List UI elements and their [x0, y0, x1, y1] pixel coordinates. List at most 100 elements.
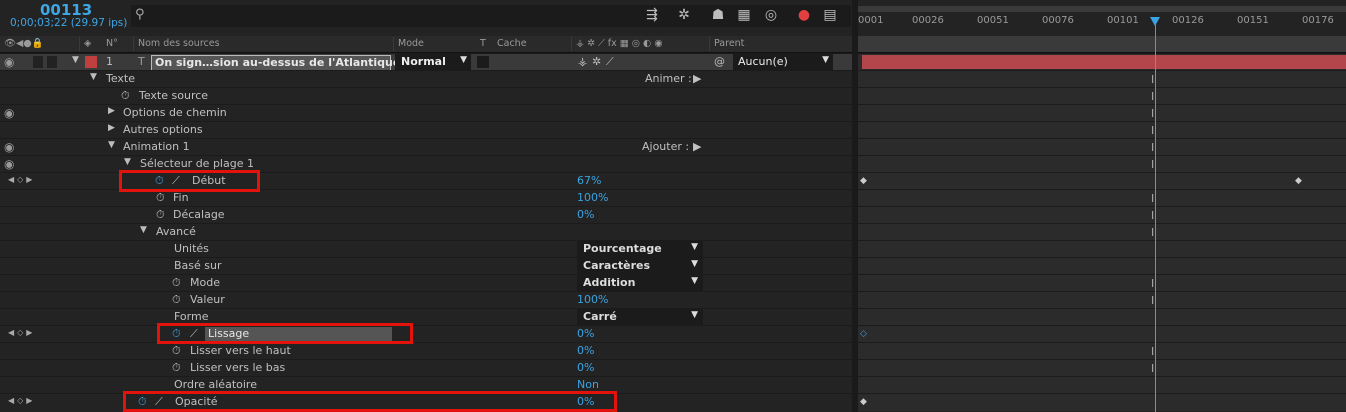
prop-value[interactable]: Non [577, 378, 599, 391]
expand-triangle-icon[interactable]: ▼ [72, 55, 79, 65]
chevron-down-icon: ▼ [460, 55, 467, 65]
brainstorm-icon[interactable]: ● [795, 6, 813, 24]
parent-pickwhip-icon[interactable]: @ [714, 55, 725, 68]
layer-duration-bar[interactable] [862, 55, 1346, 69]
ajouter-menu[interactable]: Ajouter : [642, 140, 689, 153]
draft-3d-icon[interactable]: ✲ [675, 6, 693, 24]
base-sur-dropdown[interactable]: Caractères ▼ [577, 258, 703, 274]
shy-layers-icon[interactable]: ☗ [709, 6, 727, 24]
prop-value[interactable]: 0% [577, 361, 594, 374]
timeline-nav-band[interactable] [858, 36, 1346, 53]
expand-triangle-icon[interactable]: ▼ [108, 140, 115, 150]
keyframe-diamond[interactable]: ◆ [1295, 176, 1302, 186]
parent-dropdown[interactable]: Aucun(e) ▼ [733, 54, 833, 70]
expand-triangle-icon[interactable]: ▼ [90, 72, 97, 82]
timeline-row [858, 87, 1346, 105]
header-number[interactable]: N° [106, 38, 118, 49]
prop-row-autres-options: ▶ Autres options [0, 121, 852, 139]
prop-value[interactable]: 100% [577, 191, 608, 204]
stopwatch-icon[interactable]: ⏱ [156, 208, 165, 222]
motion-blur-icon[interactable]: ◎ [762, 6, 780, 24]
layer-switches-icon[interactable]: ⚶ ✲ ⟋ fx ▦ ◎ ◐ ◉ [576, 38, 663, 49]
timeline-row [858, 308, 1346, 326]
prop-label: Lisser vers le haut [190, 344, 291, 357]
search-icon[interactable]: ⚲ [135, 7, 145, 22]
expand-triangle-icon[interactable]: ▶ [108, 106, 115, 116]
header-track-matte[interactable]: T [480, 38, 486, 49]
work-area-bar[interactable] [858, 6, 1346, 12]
prop-label: Basé sur [174, 259, 222, 272]
timeline-row [858, 325, 1346, 343]
header-cache[interactable]: Cache [497, 38, 527, 49]
keyframe-diamond[interactable]: ◆ [860, 176, 867, 186]
stopwatch-icon[interactable]: ⏱ [172, 276, 181, 290]
animer-menu[interactable]: Animer : [645, 72, 692, 85]
layer-panel: 00113 0;00;03;22 (29.97 ips) ⚲ ⇶ ✲ ☗ ▦ ◎… [0, 0, 852, 412]
visibility-eye-icon[interactable]: ◉ [4, 55, 14, 69]
track-matte-switch[interactable] [477, 56, 489, 68]
solo-switch[interactable] [47, 56, 57, 68]
ibeam-marker: I [1151, 90, 1155, 103]
play-menu-icon[interactable]: ▶ [693, 72, 701, 85]
stopwatch-icon[interactable]: ⏱ [156, 191, 165, 205]
audio-switch[interactable] [33, 56, 43, 68]
prop-value[interactable]: 0% [577, 327, 594, 340]
time-ruler[interactable]: 0001 00026 00051 00076 00101 00126 00151… [858, 0, 1346, 36]
ibeam-marker: I [1151, 141, 1155, 154]
label-icon[interactable]: ◈ [84, 38, 91, 49]
collapse-switch-icon[interactable]: ✲ [592, 55, 601, 68]
stopwatch-icon[interactable]: ⏱ [172, 361, 181, 375]
av-switches-icon[interactable]: 👁◀●🔒 [4, 38, 43, 49]
prop-value[interactable]: 0% [577, 208, 594, 221]
mode-dropdown[interactable]: Addition ▼ [577, 275, 703, 291]
prop-row-animation1: ◉ ▼ Animation 1 Ajouter : ▶ [0, 138, 852, 156]
layer-row[interactable]: ◉ ▼ 1 T On sign…sion au-dessus de l'Atla… [0, 53, 852, 71]
visibility-eye-icon[interactable]: ◉ [4, 140, 14, 154]
keyframe-navigator[interactable]: ◀◇▶ [8, 328, 35, 337]
play-menu-icon[interactable]: ▶ [693, 140, 701, 153]
header-mode[interactable]: Mode [398, 38, 424, 49]
header-parent[interactable]: Parent [714, 38, 744, 49]
quality-switch-icon[interactable]: ⟋ [606, 55, 614, 69]
timeline-row [858, 342, 1346, 360]
current-time-indicator-head[interactable] [1150, 17, 1160, 26]
stopwatch-icon[interactable]: ⏱ [172, 344, 181, 358]
shy-switch-icon[interactable]: ⚶ [578, 55, 587, 68]
keyframe-navigator[interactable]: ◀◇▶ [8, 396, 35, 405]
keyframe-navigator[interactable]: ◀◇▶ [8, 175, 35, 184]
header-source-name[interactable]: Nom des sources [138, 38, 220, 49]
prop-row-base-sur: Basé sur Caractères ▼ [0, 257, 852, 275]
layer-color-label[interactable] [85, 56, 97, 68]
timeline-row [858, 121, 1346, 139]
visibility-eye-icon[interactable]: ◉ [4, 157, 14, 171]
prop-row-unites: Unités Pourcentage ▼ [0, 240, 852, 258]
ibeam-marker: I [1151, 73, 1155, 86]
frame-blending-icon[interactable]: ▦ [735, 6, 753, 24]
expand-triangle-icon[interactable]: ▼ [124, 157, 131, 167]
stopwatch-icon[interactable]: ⏱ [172, 293, 181, 307]
visibility-eye-icon[interactable]: ◉ [4, 106, 14, 120]
composition-flowchart-icon[interactable]: ⇶ [643, 6, 661, 24]
prop-row-options-chemin: ◉ ▶ Options de chemin [0, 104, 852, 122]
timeline-row [858, 138, 1346, 156]
keyframe-diamond[interactable]: ◆ [860, 397, 867, 407]
unites-dropdown[interactable]: Pourcentage ▼ [577, 241, 703, 257]
tick-label: 00051 [977, 15, 1009, 26]
keyframe-diamond-selected[interactable]: ◇ [860, 329, 867, 339]
blend-mode-dropdown[interactable]: Normal ▼ [395, 54, 471, 70]
text-layer-icon: T [138, 55, 145, 68]
stopwatch-icon[interactable]: ⏱ [121, 89, 130, 103]
expand-triangle-icon[interactable]: ▶ [108, 123, 115, 133]
forme-dropdown[interactable]: Carré ▼ [577, 309, 703, 325]
prop-value[interactable]: 0% [577, 344, 594, 357]
graph-editor-icon[interactable]: ▤ [821, 6, 839, 24]
highlight-box-debut [119, 170, 260, 192]
chevron-down-icon: ▼ [691, 310, 698, 320]
prop-value[interactable]: 67% [577, 174, 601, 187]
current-time-indicator-line[interactable] [1155, 24, 1156, 412]
prop-value[interactable]: 100% [577, 293, 608, 306]
timeline-row [858, 70, 1346, 88]
expand-triangle-icon[interactable]: ▼ [140, 225, 147, 235]
timeline-panel: 0001 00026 00051 00076 00101 00126 00151… [858, 0, 1346, 412]
layer-name-box[interactable]: On sign…sion au-dessus de l'Atlantique. [151, 55, 405, 71]
